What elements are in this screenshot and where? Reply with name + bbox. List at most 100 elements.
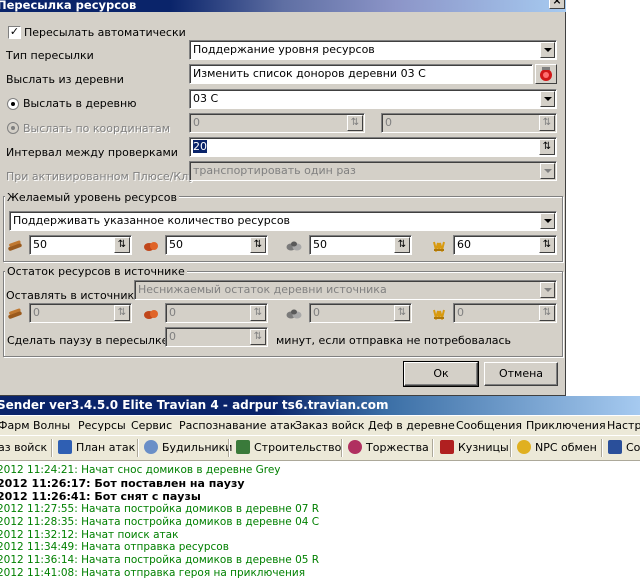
main-menu-bar: Фарм Волны Ресурсы Сервис Распознавание … bbox=[0, 416, 640, 435]
spinner-icon[interactable]: ⇅ bbox=[394, 305, 410, 321]
send-to-coords-label: Выслать по координатам bbox=[23, 122, 171, 135]
desired-crop-field[interactable]: 60 ⇅ bbox=[453, 235, 557, 255]
coord-x-field[interactable]: 0 ⇅ bbox=[189, 113, 365, 133]
send-to-village-select[interactable]: 03 С bbox=[189, 89, 557, 109]
log-line: 2012 11:34:49: Начата отправка ресурсов bbox=[0, 541, 229, 554]
coord-x-value: 0 bbox=[193, 116, 200, 129]
desired-wood-field[interactable]: 50 ⇅ bbox=[29, 235, 132, 255]
log-line: 2012 11:41:08: Начата отправка героя на … bbox=[0, 567, 306, 580]
crop-icon bbox=[433, 309, 445, 320]
ok-button[interactable]: Ок bbox=[403, 361, 479, 387]
toolbar-attack-plan[interactable]: План атак bbox=[58, 439, 135, 457]
dialog-titlebar[interactable]: Пересылка ресурсов bbox=[0, 0, 566, 12]
toolbar-alarms-label: Будильники bbox=[162, 441, 233, 454]
dropdown-arrow-icon[interactable] bbox=[540, 163, 555, 179]
spinner-icon[interactable]: ⇅ bbox=[539, 237, 555, 253]
desired-mode-select[interactable]: Поддерживать указанное количество ресурс… bbox=[9, 211, 557, 231]
remainder-crop-field[interactable]: 0 ⇅ bbox=[453, 303, 557, 323]
iron-icon bbox=[286, 309, 302, 319]
toolbar-separator bbox=[228, 439, 230, 457]
interval-field[interactable]: 20 ⇅ bbox=[189, 137, 557, 157]
menu-messages[interactable]: Сообщения bbox=[456, 419, 522, 432]
desired-mode-value: Поддерживать указанное количество ресурс… bbox=[13, 214, 291, 227]
spinner-icon[interactable]: ⇅ bbox=[539, 115, 555, 131]
pause-field[interactable]: 0 ⇅ bbox=[165, 327, 268, 347]
dialog-title: Пересылка ресурсов bbox=[0, 0, 137, 12]
smithy-icon bbox=[440, 440, 454, 454]
pause-suffix: минут, если отправка не потребовалась bbox=[276, 334, 512, 347]
leave-in-source-select[interactable]: Неснижаемый остаток деревни источника bbox=[134, 280, 557, 300]
send-from-field[interactable]: Изменить список доноров деревни 03 С bbox=[189, 64, 533, 84]
send-type-label: Тип пересылки bbox=[6, 49, 94, 62]
remainder-iron-field[interactable]: 0 ⇅ bbox=[309, 303, 412, 323]
desired-iron-field[interactable]: 50 ⇅ bbox=[309, 235, 412, 255]
celebration-icon bbox=[348, 440, 362, 454]
dropdown-arrow-icon[interactable] bbox=[540, 42, 555, 58]
menu-troop-order[interactable]: Заказ войск bbox=[295, 419, 365, 432]
donor-list-button[interactable] bbox=[535, 64, 557, 84]
log-line: 2012 11:24:21: Начат снос домиков в дере… bbox=[0, 464, 281, 476]
dropdown-arrow-icon[interactable] bbox=[540, 213, 555, 229]
menu-farm[interactable]: Фарм bbox=[0, 419, 30, 432]
send-type-select[interactable]: Поддержание уровня ресурсов bbox=[189, 40, 557, 60]
remainder-clay-value: 0 bbox=[169, 306, 176, 319]
toolbar-more-label: Со bbox=[626, 441, 640, 454]
menu-village-def[interactable]: Деф в деревне bbox=[368, 419, 455, 432]
menu-waves[interactable]: Волны bbox=[33, 419, 70, 432]
plus-club-select[interactable]: транспортировать один раз bbox=[189, 161, 557, 181]
send-type-value: Поддержание уровня ресурсов bbox=[193, 43, 375, 56]
desired-iron-value: 50 bbox=[313, 238, 327, 251]
toolbar-attack-plan-label: План атак bbox=[76, 441, 136, 454]
pause-label: Сделать паузу в пересылке bbox=[7, 334, 169, 347]
toolbar-npc-trade[interactable]: NPC обмен bbox=[517, 439, 597, 457]
spinner-icon[interactable]: ⇅ bbox=[539, 305, 555, 321]
toolbar-alarms[interactable]: Будильники bbox=[144, 439, 232, 457]
coord-y-field[interactable]: 0 ⇅ bbox=[381, 113, 557, 133]
desired-clay-value: 50 bbox=[169, 238, 183, 251]
spinner-icon[interactable]: ⇅ bbox=[250, 305, 266, 321]
toolbar-separator bbox=[51, 439, 53, 457]
menu-adventures[interactable]: Приключения bbox=[526, 419, 606, 432]
send-to-village-radio[interactable] bbox=[7, 98, 19, 110]
spinner-icon[interactable]: ⇅ bbox=[114, 237, 130, 253]
toolbar-troop-order[interactable]: аз войск bbox=[0, 439, 47, 457]
spinner-icon[interactable]: ⇅ bbox=[114, 305, 130, 321]
toolbar-smithy[interactable]: Кузницы bbox=[440, 439, 509, 457]
spinner-icon[interactable]: ⇅ bbox=[347, 115, 363, 131]
log-line: 2012 11:32:12: Начат поиск атак bbox=[0, 528, 179, 541]
send-to-village-value: 03 С bbox=[193, 92, 219, 105]
remainder-clay-field[interactable]: 0 ⇅ bbox=[165, 303, 268, 323]
pause-value: 0 bbox=[169, 330, 176, 343]
auto-send-checkbox[interactable]: ✓ bbox=[8, 26, 21, 39]
menu-service[interactable]: Сервис bbox=[131, 419, 172, 432]
log-line: 2012 11:36:14: Начата постройка домиков … bbox=[0, 554, 320, 567]
menu-resources[interactable]: Ресурсы bbox=[78, 419, 126, 432]
spinner-icon[interactable]: ⇅ bbox=[394, 237, 410, 253]
close-icon[interactable]: × bbox=[549, 0, 565, 9]
desired-clay-field[interactable]: 50 ⇅ bbox=[165, 235, 268, 255]
event-log[interactable]: 2012 11:24:21: Начат снос домиков в дере… bbox=[0, 462, 640, 581]
main-window-title: Sender ver3.4.5.0 Elite Travian 4 - adrp… bbox=[0, 398, 389, 412]
send-from-label: Выслать из деревни bbox=[6, 73, 124, 86]
spinner-icon[interactable]: ⇅ bbox=[250, 237, 266, 253]
dropdown-arrow-icon[interactable] bbox=[540, 282, 555, 298]
log-line: 2012 11:28:35: Начата постройка домиков … bbox=[0, 515, 320, 528]
menu-settings[interactable]: Настр bbox=[607, 419, 640, 432]
spinner-icon[interactable]: ⇅ bbox=[539, 139, 555, 155]
remainder-wood-value: 0 bbox=[33, 306, 40, 319]
cancel-button[interactable]: Отмена bbox=[484, 362, 558, 386]
toolbar-smithy-label: Кузницы bbox=[458, 441, 509, 454]
toolbar-separator bbox=[137, 439, 139, 457]
interval-label: Интервал между проверками bbox=[6, 146, 178, 159]
remainder-iron-value: 0 bbox=[313, 306, 320, 319]
toolbar-celebrations[interactable]: Торжества bbox=[348, 439, 429, 457]
toolbar-construction[interactable]: Строительство bbox=[236, 439, 341, 457]
menu-attack-recognition[interactable]: Распознавание атак bbox=[179, 419, 297, 432]
leave-in-source-value: Неснижаемый остаток деревни источника bbox=[138, 283, 387, 296]
main-window-titlebar[interactable]: Sender ver3.4.5.0 Elite Travian 4 - adrp… bbox=[0, 396, 640, 415]
toolbar-more[interactable]: Со bbox=[608, 439, 640, 457]
remainder-wood-field[interactable]: 0 ⇅ bbox=[29, 303, 132, 323]
dropdown-arrow-icon[interactable] bbox=[540, 91, 555, 107]
spinner-icon[interactable]: ⇅ bbox=[250, 329, 266, 345]
send-to-coords-radio[interactable] bbox=[7, 122, 19, 134]
